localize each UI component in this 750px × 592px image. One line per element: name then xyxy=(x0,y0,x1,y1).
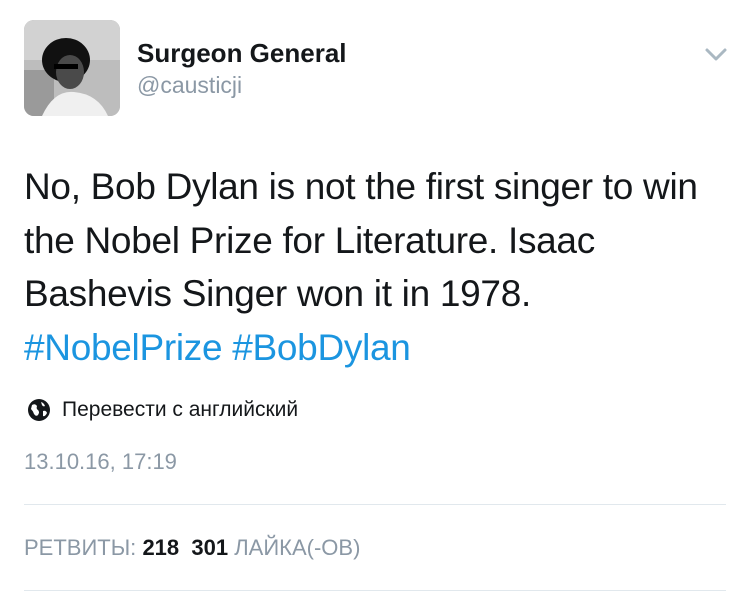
avatar-image xyxy=(24,20,120,116)
translate-button[interactable]: Перевести с английский xyxy=(26,396,298,424)
tweet-text: No, Bob Dylan is not the first singer to… xyxy=(24,160,734,374)
retweets-label: РЕТВИТЫ: xyxy=(24,535,137,560)
divider xyxy=(24,590,726,591)
retweets-count: 218 xyxy=(142,535,180,560)
divider xyxy=(24,504,726,505)
globe-icon xyxy=(28,399,50,421)
user-handle[interactable]: @causticji xyxy=(137,72,242,99)
tweet-stats: РЕТВИТЫ: 218 301 ЛАЙКА(-ОВ) xyxy=(24,535,360,561)
user-name[interactable]: Surgeon General xyxy=(137,38,347,69)
hashtag-link[interactable]: #NobelPrize xyxy=(24,327,223,368)
tweet-timestamp[interactable]: 13.10.16, 17:19 xyxy=(24,449,177,475)
likes-stat[interactable]: 301 ЛАЙКА(-ОВ) xyxy=(191,535,360,560)
likes-count: 301 xyxy=(191,535,229,560)
chevron-down-icon[interactable] xyxy=(702,42,730,66)
tweet-body: No, Bob Dylan is not the first singer to… xyxy=(24,166,698,314)
avatar[interactable] xyxy=(24,20,120,116)
translate-label: Перевести с английский xyxy=(62,398,299,421)
retweets-stat[interactable]: РЕТВИТЫ: 218 xyxy=(24,535,179,560)
likes-label: ЛАЙКА(-ОВ) xyxy=(234,535,361,560)
hashtag-link[interactable]: #BobDylan xyxy=(232,327,411,368)
